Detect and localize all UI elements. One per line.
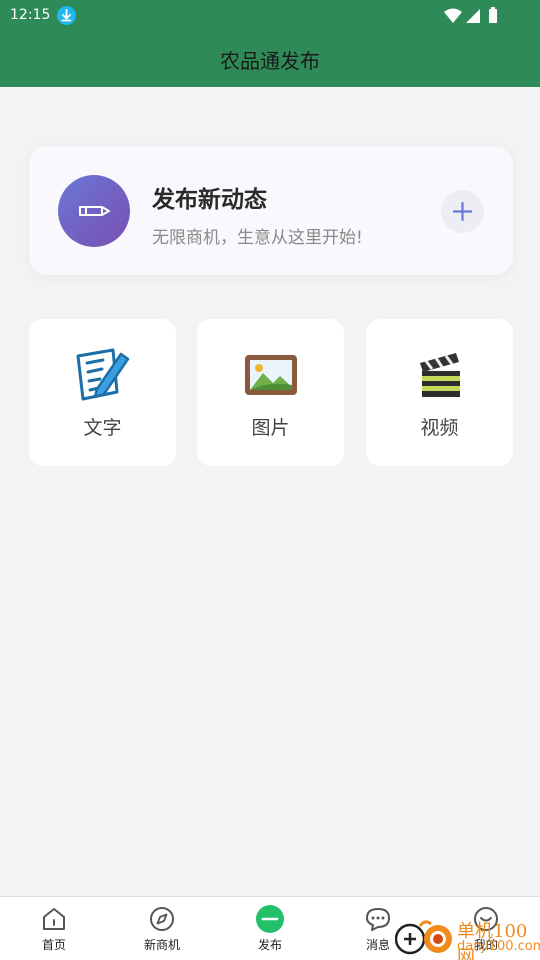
battery-icon	[489, 9, 497, 23]
pencil-badge	[58, 175, 130, 247]
add-button[interactable]	[441, 190, 484, 233]
tab-label: 首页	[41, 938, 66, 952]
home-icon	[43, 908, 65, 930]
tab-label: 新商机	[143, 938, 180, 952]
wifi-icon	[444, 8, 462, 23]
status-bar: 12:15	[0, 0, 540, 32]
publish-icon	[256, 905, 284, 933]
option-label: 视频	[420, 417, 459, 439]
hero-title: 发布新动态	[152, 187, 267, 213]
status-icons	[444, 7, 497, 23]
signal-icon	[466, 9, 480, 23]
option-text[interactable]: 文字	[29, 319, 176, 466]
watermark-domain: danji100.com	[457, 939, 540, 954]
app-bar: 农品通发布	[0, 32, 540, 87]
page-title: 农品通发布	[220, 49, 320, 73]
publish-new-post-card[interactable]: 发布新动态 无限商机，生意从这里开始!	[29, 146, 513, 275]
plus-icon	[453, 202, 472, 221]
hero-subtitle: 无限商机，生意从这里开始!	[152, 228, 363, 248]
framed-picture-icon	[245, 355, 297, 395]
tab-home[interactable]: 首页	[14, 905, 94, 953]
option-label: 图片	[251, 417, 290, 439]
chat-icon	[366, 908, 390, 931]
watermark-logo-icon	[394, 920, 452, 955]
compass-icon	[150, 907, 174, 931]
watermark: 单机100网 danji100.com	[394, 915, 540, 960]
status-time: 12:15	[10, 7, 51, 23]
tab-publish[interactable]: 发布	[230, 905, 310, 953]
tab-opportunities[interactable]: 新商机	[122, 905, 202, 953]
option-video[interactable]: 视频	[366, 319, 513, 466]
tab-label: 发布	[257, 938, 282, 952]
download-icon	[57, 6, 76, 25]
option-label: 文字	[83, 417, 122, 439]
clapper-board-icon	[420, 353, 460, 397]
memo-pencil-icon	[76, 348, 130, 401]
option-image[interactable]: 图片	[197, 319, 344, 466]
pencil-icon	[79, 206, 110, 216]
